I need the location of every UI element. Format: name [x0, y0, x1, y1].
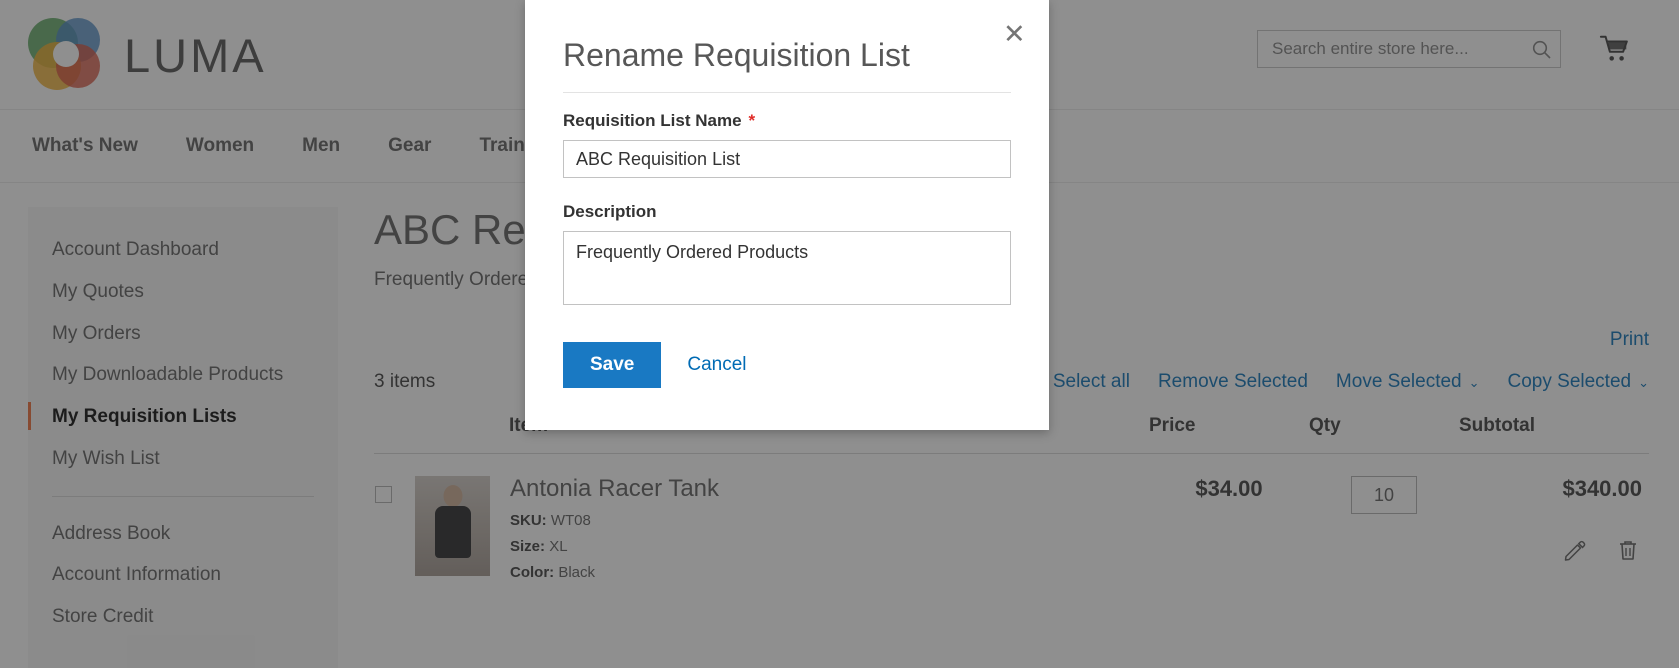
description-field-label: Description	[563, 202, 1011, 222]
name-label-text: Requisition List Name	[563, 111, 742, 131]
close-icon[interactable]: ✕	[997, 18, 1029, 50]
modal-body: Requisition List Name * Description	[525, 93, 1049, 310]
cancel-button[interactable]: Cancel	[687, 354, 746, 376]
description-label-text: Description	[563, 202, 657, 222]
rename-requisition-list-modal: ✕ Rename Requisition List Requisition Li…	[525, 0, 1049, 430]
required-asterisk: *	[748, 111, 756, 131]
requisition-list-name-input[interactable]	[563, 140, 1011, 179]
save-button[interactable]: Save	[563, 342, 662, 389]
modal-title: Rename Requisition List	[563, 37, 910, 73]
name-field-label: Requisition List Name *	[563, 111, 1011, 131]
description-textarea[interactable]	[563, 231, 1011, 306]
modal-footer: Save Cancel	[525, 310, 1049, 389]
